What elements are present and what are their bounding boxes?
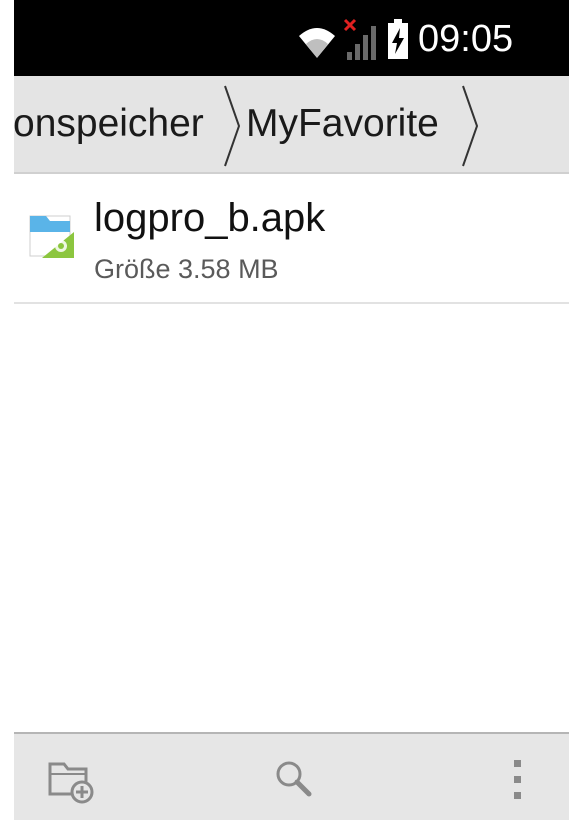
breadcrumb-item-myfavorite[interactable]: MyFavorite — [246, 98, 439, 150]
file-list: logpro_b.apk Größe 3.58 MB — [14, 174, 569, 304]
list-item[interactable]: logpro_b.apk Größe 3.58 MB — [14, 174, 569, 304]
battery-charging-icon — [388, 19, 408, 59]
no-signal-icon — [343, 18, 376, 60]
overflow-menu-icon[interactable] — [492, 754, 544, 806]
new-folder-icon[interactable] — [46, 754, 98, 806]
breadcrumb-item-internal-storage[interactable]: onspeicher — [14, 98, 204, 150]
bottom-action-bar — [14, 732, 569, 820]
file-size: Größe 3.58 MB — [94, 254, 279, 284]
wifi-icon — [299, 28, 335, 58]
file-name: logpro_b.apk — [94, 196, 326, 240]
breadcrumb: onspeicher MyFavorite — [14, 76, 569, 174]
file-manager-screen: 09:05 onspeicher MyFavorite logpro_b.apk… — [14, 0, 569, 820]
status-bar: 09:05 — [14, 0, 569, 76]
search-icon[interactable] — [269, 754, 321, 806]
apk-file-icon — [29, 215, 74, 258]
chevron-right-icon — [224, 85, 241, 167]
screen-frame-edge — [0, 0, 14, 820]
status-clock: 09:05 — [418, 18, 514, 60]
chevron-right-icon — [462, 85, 479, 167]
